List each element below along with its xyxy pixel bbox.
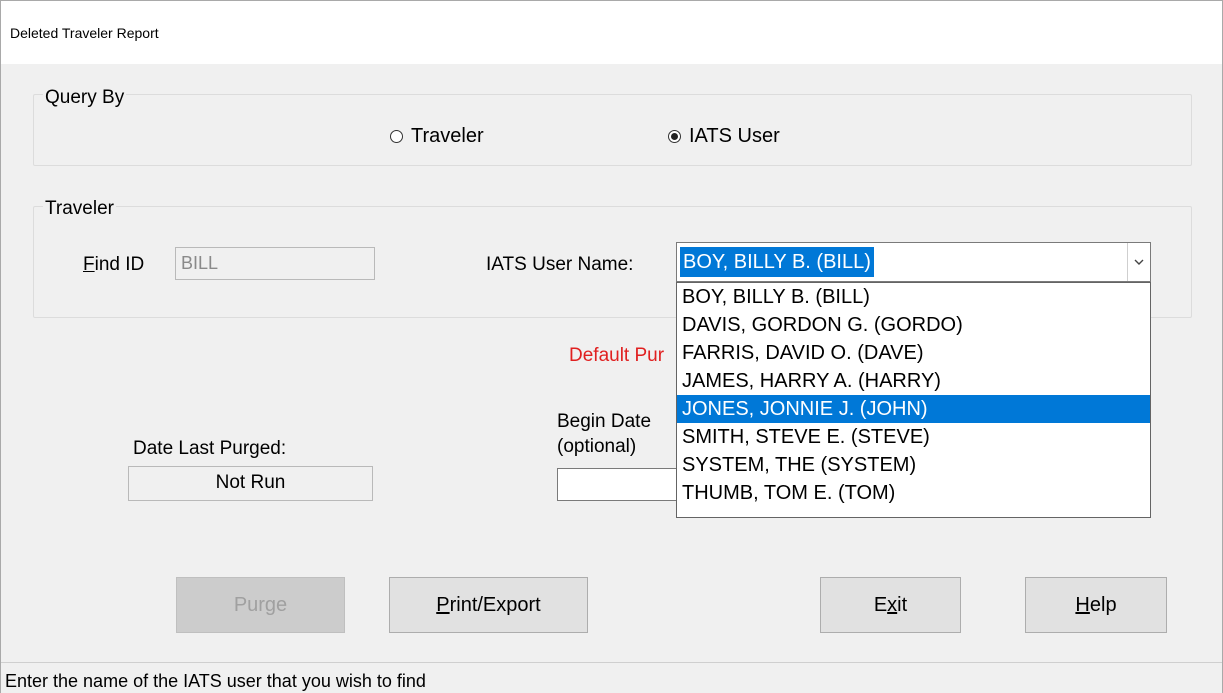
list-item[interactable]: DAVIS, GORDON G. (GORDO)	[677, 311, 1150, 339]
help-mnemonic: H	[1075, 593, 1090, 616]
radio-traveler-label: Traveler	[411, 125, 484, 147]
query-by-group	[33, 94, 1192, 166]
begin-date-label: Begin Date	[557, 411, 652, 432]
print-export-mnemonic: P	[436, 593, 450, 616]
status-bar: Enter the name of the IATS user that you…	[1, 662, 1222, 693]
iats-user-dropdown-list[interactable]: BOY, BILLY B. (BILL) DAVIS, GORDON G. (G…	[676, 282, 1151, 518]
default-purge-label: Default Pur	[569, 345, 665, 366]
query-by-label: Query By	[43, 87, 127, 109]
radio-iats-user-circle[interactable]	[668, 130, 681, 143]
exit-label-pre: E	[873, 593, 888, 616]
list-item[interactable]: SMITH, STEVE E. (STEVE)	[677, 423, 1150, 451]
find-id-label-rest: ind ID	[94, 254, 145, 275]
date-last-purged-value: Not Run	[128, 466, 373, 501]
find-id-field[interactable]: BILL	[175, 247, 375, 280]
chevron-down-icon	[1134, 259, 1144, 265]
list-item[interactable]: BOY, BILLY B. (BILL)	[677, 283, 1150, 311]
radio-iats-user-label: IATS User	[689, 125, 780, 147]
purge-button[interactable]: Purge	[176, 577, 345, 633]
iats-user-name-combo[interactable]: BOY, BILLY B. (BILL)	[676, 242, 1151, 282]
radio-iats-user[interactable]: IATS User	[668, 125, 780, 148]
date-last-purged-label: Date Last Purged:	[133, 438, 287, 459]
begin-date-optional-label: (optional)	[557, 436, 637, 457]
combo-dropdown-button[interactable]	[1127, 243, 1150, 281]
begin-date-field[interactable]	[557, 468, 687, 501]
find-id-label: Find ID	[83, 254, 144, 276]
list-item[interactable]: JAMES, HARRY A. (HARRY)	[677, 367, 1150, 395]
traveler-group-label: Traveler	[43, 198, 116, 220]
status-text: Enter the name of the IATS user that you…	[5, 671, 426, 691]
radio-traveler[interactable]: Traveler	[390, 125, 484, 148]
list-item[interactable]: THUMB, TOM E. (TOM)	[677, 479, 1150, 507]
help-button[interactable]: Help	[1025, 577, 1167, 633]
exit-button[interactable]: Ex it	[820, 577, 961, 633]
print-export-button[interactable]: Print/Export	[389, 577, 588, 633]
deleted-traveler-report-window: Deleted Traveler Report Query By Travele…	[0, 0, 1223, 693]
iats-user-name-value: BOY, BILLY B. (BILL)	[680, 247, 874, 277]
list-item-highlighted[interactable]: JONES, JONNIE J. (JOHN)	[677, 395, 1150, 423]
list-item[interactable]: SYSTEM, THE (SYSTEM)	[677, 451, 1150, 479]
list-item[interactable]: FARRIS, DAVID O. (DAVE)	[677, 339, 1150, 367]
exit-label-post: it	[897, 593, 908, 616]
radio-traveler-circle[interactable]	[390, 130, 403, 143]
find-id-label-mnemonic: F	[83, 254, 95, 275]
iats-user-name-label: IATS User Name:	[486, 254, 634, 275]
exit-mnemonic: x	[887, 593, 898, 616]
print-export-label: rint/Export	[449, 593, 541, 616]
help-label: elp	[1089, 593, 1117, 616]
title-bar: Deleted Traveler Report	[1, 1, 1222, 64]
window-title: Deleted Traveler Report	[10, 25, 159, 41]
